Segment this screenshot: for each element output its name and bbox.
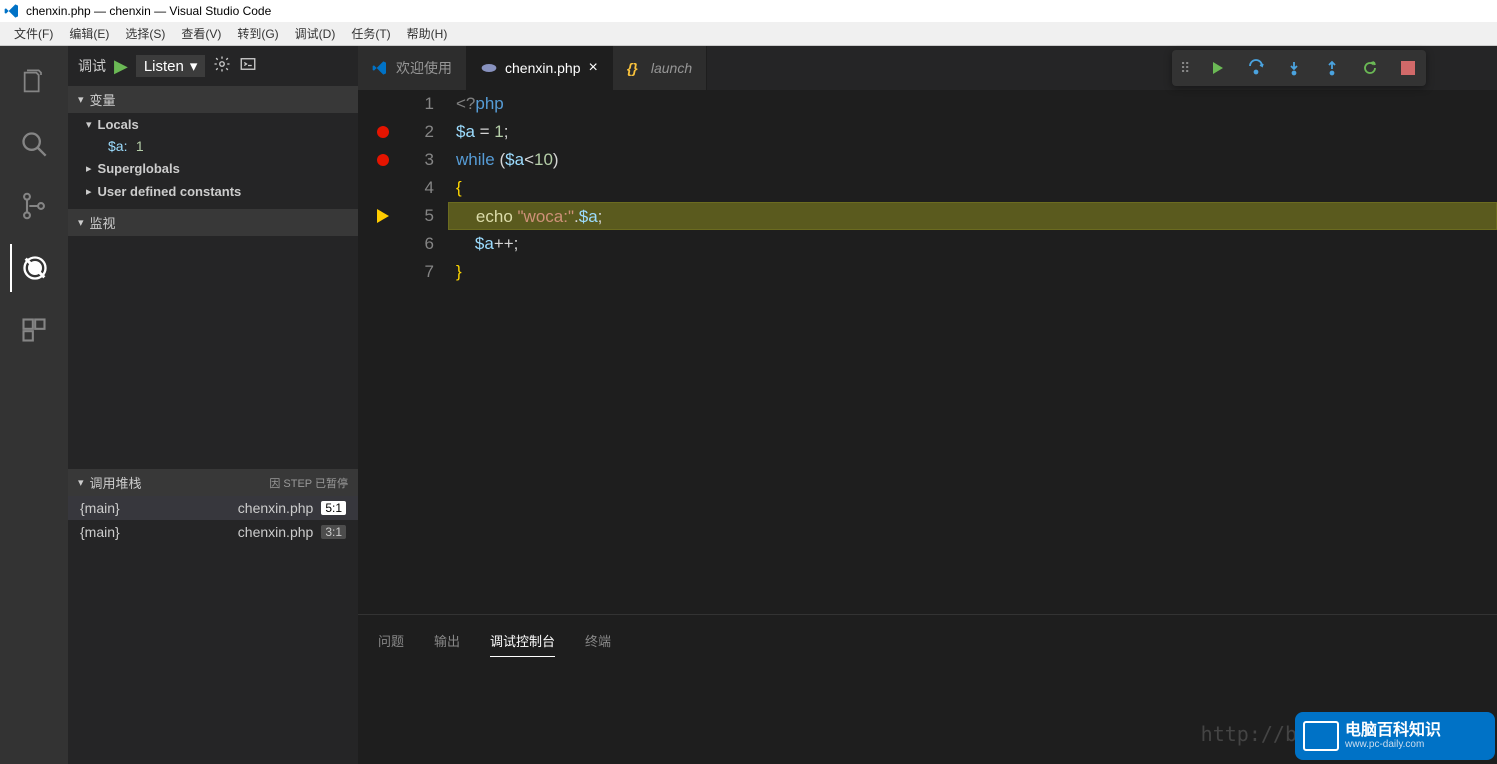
- editor-tab[interactable]: {}launch: [613, 46, 707, 90]
- chevron-down-icon: [78, 93, 84, 106]
- code-line[interactable]: $a = 1;: [448, 118, 1497, 146]
- breakpoint-icon[interactable]: [377, 154, 389, 166]
- gear-icon[interactable]: [213, 55, 231, 78]
- vs-icon: [372, 60, 388, 76]
- gutter-row[interactable]: [358, 202, 408, 230]
- line-number: 4: [408, 174, 448, 202]
- step-into-button[interactable]: [1284, 58, 1304, 78]
- callstack-row[interactable]: {main}chenxin.php3:1: [68, 520, 358, 544]
- menu-item[interactable]: 帮助(H): [399, 23, 456, 44]
- chevron-down-icon: ▾: [190, 57, 198, 75]
- line-number: 7: [408, 258, 448, 286]
- continue-button[interactable]: [1208, 58, 1228, 78]
- explorer-icon[interactable]: [10, 58, 58, 106]
- editor-tab[interactable]: chenxin.php×: [467, 46, 613, 90]
- callstack-status: 因 STEP 已暂停: [269, 475, 348, 491]
- activity-bar: [0, 46, 68, 764]
- code-line[interactable]: }: [448, 258, 1497, 286]
- source-control-icon[interactable]: [10, 182, 58, 230]
- editor-area: 欢迎使用chenxin.php×{}launch ⠿ 1234567 <?php…: [358, 46, 1497, 764]
- user-constants-section[interactable]: User defined constants: [68, 180, 358, 203]
- title-bar: chenxin.php — chenxin — Visual Studio Co…: [0, 0, 1497, 22]
- line-number: 5: [408, 202, 448, 230]
- extensions-icon[interactable]: [10, 306, 58, 354]
- start-debug-button[interactable]: ▶: [114, 56, 128, 77]
- monitor-icon: [1303, 721, 1339, 751]
- code-line[interactable]: $a++;: [448, 230, 1497, 258]
- gutter-row[interactable]: [358, 174, 408, 202]
- json-icon: {}: [627, 60, 643, 76]
- gutter-row[interactable]: [358, 230, 408, 258]
- locals-section[interactable]: Locals: [68, 113, 358, 136]
- site-logo-badge: 电脑百科知识 www.pc-daily.com: [1295, 712, 1495, 760]
- chevron-down-icon: [86, 118, 92, 131]
- vscode-icon: [4, 3, 20, 19]
- debug-side-panel: 调试 ▶ Listen ▾ 变量 Locals $a: 1: [68, 46, 358, 764]
- debug-icon[interactable]: [10, 244, 58, 292]
- window-title: chenxin.php — chenxin — Visual Studio Co…: [26, 4, 271, 18]
- current-line-arrow-icon: [377, 209, 389, 223]
- debug-toolbar[interactable]: ⠿: [1172, 50, 1426, 86]
- line-number: 2: [408, 118, 448, 146]
- watermark-text: http://b: [1201, 722, 1297, 746]
- superglobals-section[interactable]: Superglobals: [68, 157, 358, 180]
- step-out-button[interactable]: [1322, 58, 1342, 78]
- variables-section[interactable]: 变量: [68, 86, 358, 113]
- drag-handle-icon[interactable]: ⠿: [1180, 60, 1190, 77]
- panel-tab[interactable]: 输出: [434, 625, 460, 657]
- step-over-button[interactable]: [1246, 58, 1266, 78]
- menu-item[interactable]: 选择(S): [117, 23, 173, 44]
- panel-tab[interactable]: 问题: [378, 625, 404, 657]
- menu-bar: 文件(F)编辑(E)选择(S)查看(V)转到(G)调试(D)任务(T)帮助(H): [0, 22, 1497, 46]
- chevron-right-icon: [86, 185, 92, 198]
- code-line[interactable]: while ($a<10): [448, 146, 1497, 174]
- menu-item[interactable]: 调试(D): [287, 23, 344, 44]
- line-number: 1: [408, 90, 448, 118]
- code-editor[interactable]: 1234567 <?php$a = 1;while ($a<10){ echo …: [358, 90, 1497, 614]
- menu-item[interactable]: 查看(V): [173, 23, 229, 44]
- menu-item[interactable]: 文件(F): [6, 23, 61, 44]
- chevron-down-icon: [78, 476, 84, 489]
- menu-item[interactable]: 编辑(E): [61, 23, 117, 44]
- chevron-down-icon: [78, 216, 84, 229]
- menu-item[interactable]: 任务(T): [343, 23, 398, 44]
- php-icon: [481, 60, 497, 76]
- line-number: 6: [408, 230, 448, 258]
- gutter-row[interactable]: [358, 258, 408, 286]
- stop-button[interactable]: [1398, 58, 1418, 78]
- debug-header: 调试 ▶ Listen ▾: [68, 46, 358, 86]
- line-number: 3: [408, 146, 448, 174]
- chevron-right-icon: [86, 162, 92, 175]
- panel-tab[interactable]: 终端: [585, 625, 611, 657]
- callstack-section[interactable]: 调用堆栈 因 STEP 已暂停: [68, 469, 358, 496]
- callstack-row[interactable]: {main}chenxin.php5:1: [68, 496, 358, 520]
- watch-section[interactable]: 监视: [68, 209, 358, 236]
- breakpoint-icon[interactable]: [377, 126, 389, 138]
- code-line[interactable]: {: [448, 174, 1497, 202]
- editor-tab[interactable]: 欢迎使用: [358, 46, 467, 90]
- menu-item[interactable]: 转到(G): [229, 23, 286, 44]
- debug-config-select[interactable]: Listen ▾: [136, 55, 206, 77]
- gutter-row[interactable]: [358, 146, 408, 174]
- search-icon[interactable]: [10, 120, 58, 168]
- code-line[interactable]: echo "woca:".$a;: [448, 202, 1497, 230]
- debug-label: 调试: [78, 56, 106, 76]
- code-line[interactable]: <?php: [448, 90, 1497, 118]
- restart-button[interactable]: [1360, 58, 1380, 78]
- variable-row[interactable]: $a: 1: [68, 136, 358, 157]
- close-icon[interactable]: ×: [589, 59, 598, 77]
- debug-console-icon[interactable]: [239, 55, 257, 78]
- gutter-row[interactable]: [358, 118, 408, 146]
- panel-tab[interactable]: 调试控制台: [490, 625, 555, 657]
- gutter-row[interactable]: [358, 90, 408, 118]
